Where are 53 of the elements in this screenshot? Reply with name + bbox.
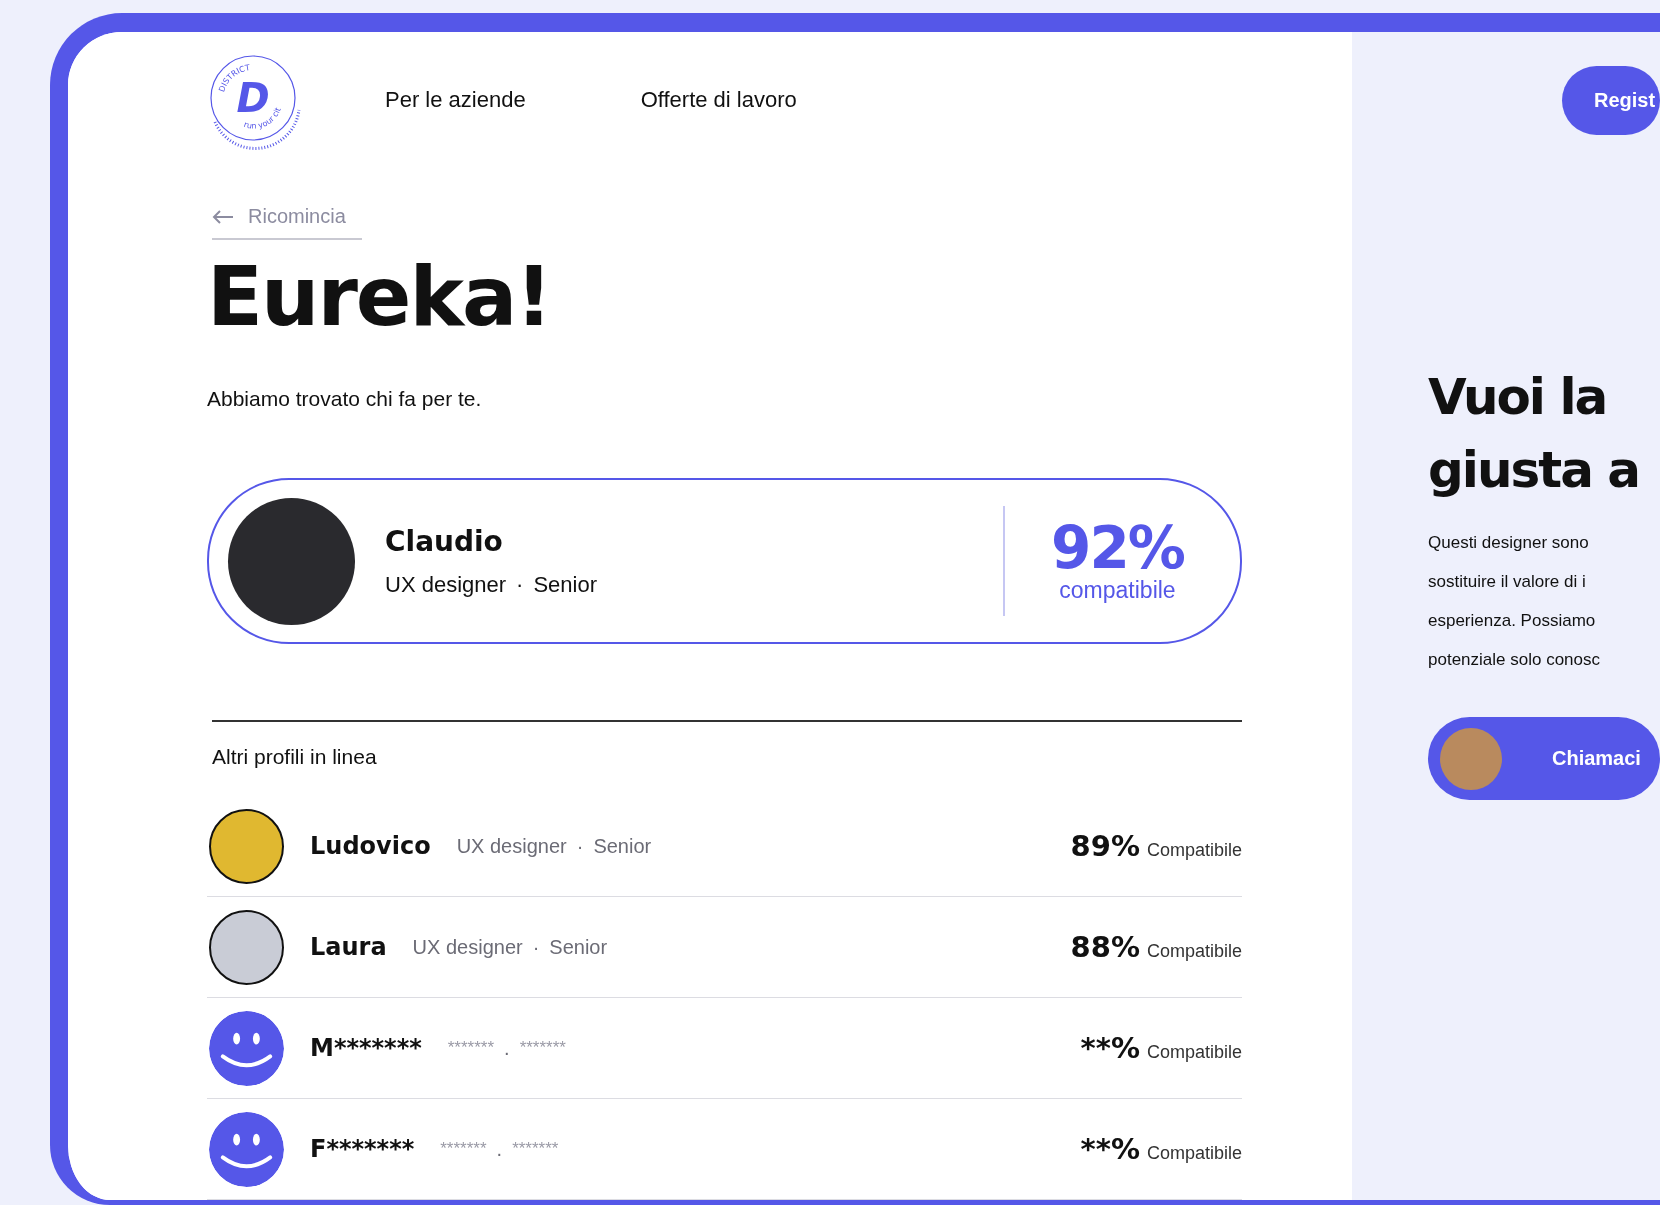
role-text: *******	[440, 1139, 487, 1159]
match-percent: 92%	[1051, 518, 1184, 577]
seniority-text: *******	[512, 1139, 559, 1159]
role-text: UX designer	[385, 571, 507, 598]
profile-row[interactable]: M******* ******* . ******* **% Compatibile	[207, 998, 1242, 1099]
match-label: Compatibile	[1146, 1143, 1242, 1164]
match-card[interactable]: Claudio UX designer · Senior 92% compatibile	[207, 478, 1242, 644]
text-line: sostituire il valore di i	[1428, 571, 1587, 593]
profile-name: Claudio	[385, 524, 504, 558]
role-text: *******	[447, 1038, 495, 1058]
separator-dot: .	[504, 1036, 510, 1060]
match-percent: 89%	[1070, 829, 1140, 863]
heading-line: giusta a	[1428, 440, 1641, 501]
match-percent: **%	[1080, 1031, 1140, 1065]
seniority-text: Senior	[533, 571, 597, 598]
nav-link[interactable]: Offerte di lavoro	[640, 87, 797, 113]
match-label: Compatibile	[1146, 1042, 1242, 1063]
profile-name: Ludovico	[310, 832, 431, 860]
page-title: Eureka!	[207, 256, 552, 338]
profile-row[interactable]: Laura UX designer · Senior 88% Compatibile	[207, 897, 1242, 998]
seniority-text: Senior	[549, 935, 608, 959]
smiley-avatar-icon	[209, 1111, 284, 1187]
text-line: esperienza. Possiamo	[1428, 610, 1597, 632]
match-percent: 88%	[1070, 930, 1140, 964]
profile-row[interactable]: Ludovico UX designer · Senior 89% Compatibile	[207, 796, 1242, 897]
call-label: Chiamaci	[1552, 747, 1641, 770]
role-text: UX designer	[412, 935, 523, 959]
section-title: Altri profili in linea	[212, 744, 378, 770]
profile-name: M*******	[310, 1034, 422, 1062]
match-label: Compatibile	[1146, 840, 1242, 861]
match-label: compatibile	[1059, 576, 1176, 604]
profile-name: Laura	[310, 933, 387, 961]
seniority-text: *******	[519, 1038, 566, 1058]
separator-dot: .	[496, 1137, 503, 1161]
separator-dot: ·	[516, 571, 524, 598]
profile-row[interactable]: F******* ******* . ******* **% Compatibile	[207, 1099, 1242, 1200]
nav-link[interactable]: Per le aziende	[385, 87, 526, 113]
role-text: UX designer	[456, 834, 567, 858]
smiley-avatar-icon	[209, 1010, 284, 1086]
arrow-left-icon	[212, 209, 234, 224]
call-button[interactable]: Chiamaci	[1428, 717, 1660, 800]
profile-name: F*******	[310, 1135, 415, 1163]
seniority-text: Senior	[593, 834, 652, 858]
separator-dot: ·	[576, 834, 584, 858]
heading-line: Vuoi la	[1428, 367, 1608, 428]
avatar-photo	[1440, 727, 1502, 790]
text-line: potenziale solo conosc	[1428, 649, 1601, 671]
register-button[interactable]: Regist	[1562, 66, 1660, 135]
match-percent: **%	[1080, 1132, 1140, 1166]
text-line: Questi designer sono	[1428, 532, 1590, 554]
separator-dot: ·	[532, 935, 540, 959]
match-label: Compatibile	[1146, 941, 1242, 962]
subtitle: Abbiamo trovato chi fa per te.	[207, 386, 483, 412]
